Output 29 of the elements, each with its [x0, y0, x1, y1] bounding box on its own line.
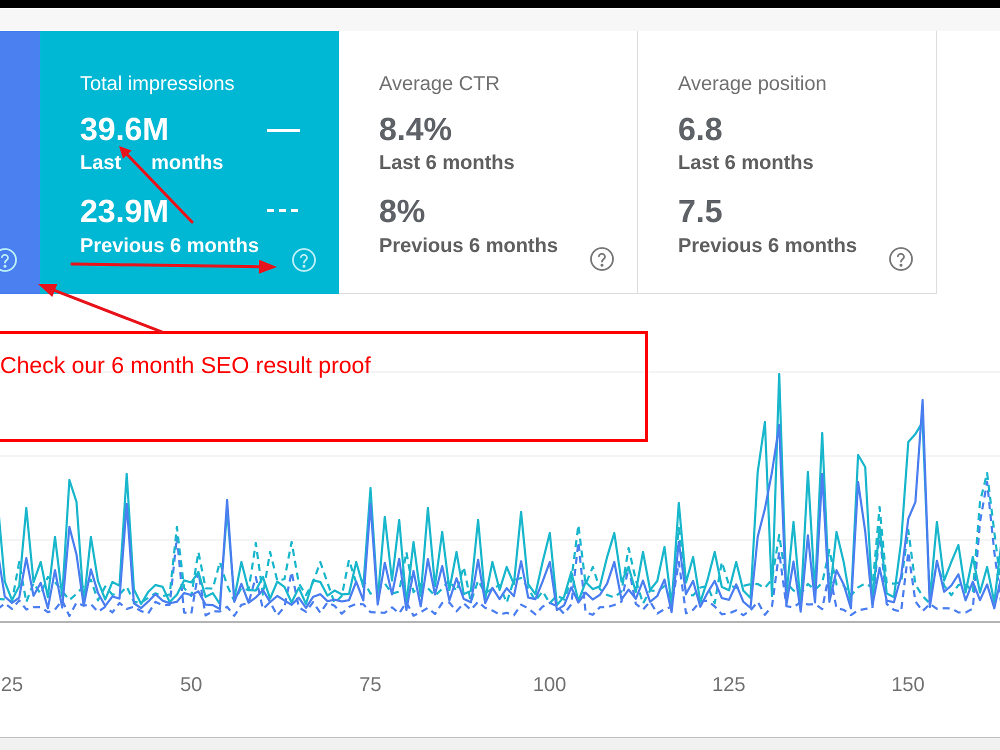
metric-title: Average CTR: [379, 72, 501, 96]
metric-value: 6.8: [678, 111, 724, 147]
period-label: Last: [80, 151, 122, 175]
x-axis-label: 50: [180, 673, 202, 697]
metric-card[interactable]: Average position 6.8 Last 6 months 7.5 Previous 6 months: [638, 31, 937, 294]
metric-value: 7.5: [678, 193, 724, 229]
callout-text: Check our 6 month SEO result proof: [0, 352, 372, 378]
x-axis-label: 100: [532, 673, 566, 697]
help-icon[interactable]: [590, 247, 614, 271]
metric-value: 23.9M: [80, 193, 170, 229]
period-label: Last 6 months: [379, 151, 516, 175]
metric-value: 39.6M: [80, 111, 170, 147]
x-axis-label: 25: [0, 673, 24, 697]
period-label: Previous 6 months: [678, 234, 858, 258]
period-label: Previous 6 months: [80, 234, 260, 258]
help-icon[interactable]: [889, 247, 913, 271]
metric-value: 8.4%: [379, 111, 453, 147]
metric-title: Average position: [678, 72, 828, 96]
x-axis-label: 125: [712, 673, 746, 697]
x-axis-label: 150: [891, 673, 925, 697]
solid-line-icon: [267, 129, 300, 132]
period-label: months: [151, 151, 224, 175]
period-label: Last 6 months: [678, 151, 815, 175]
period-label: Previous 6 months: [379, 234, 559, 258]
x-axis-label: 75: [359, 673, 382, 697]
metric-card[interactable]: Average CTR 8.4% Last 6 months 8% Previous 6 months: [339, 31, 638, 294]
metric-value: 8%: [379, 193, 426, 229]
dashed-line-icon: [267, 209, 298, 212]
metric-title: Total impressions: [80, 72, 236, 96]
